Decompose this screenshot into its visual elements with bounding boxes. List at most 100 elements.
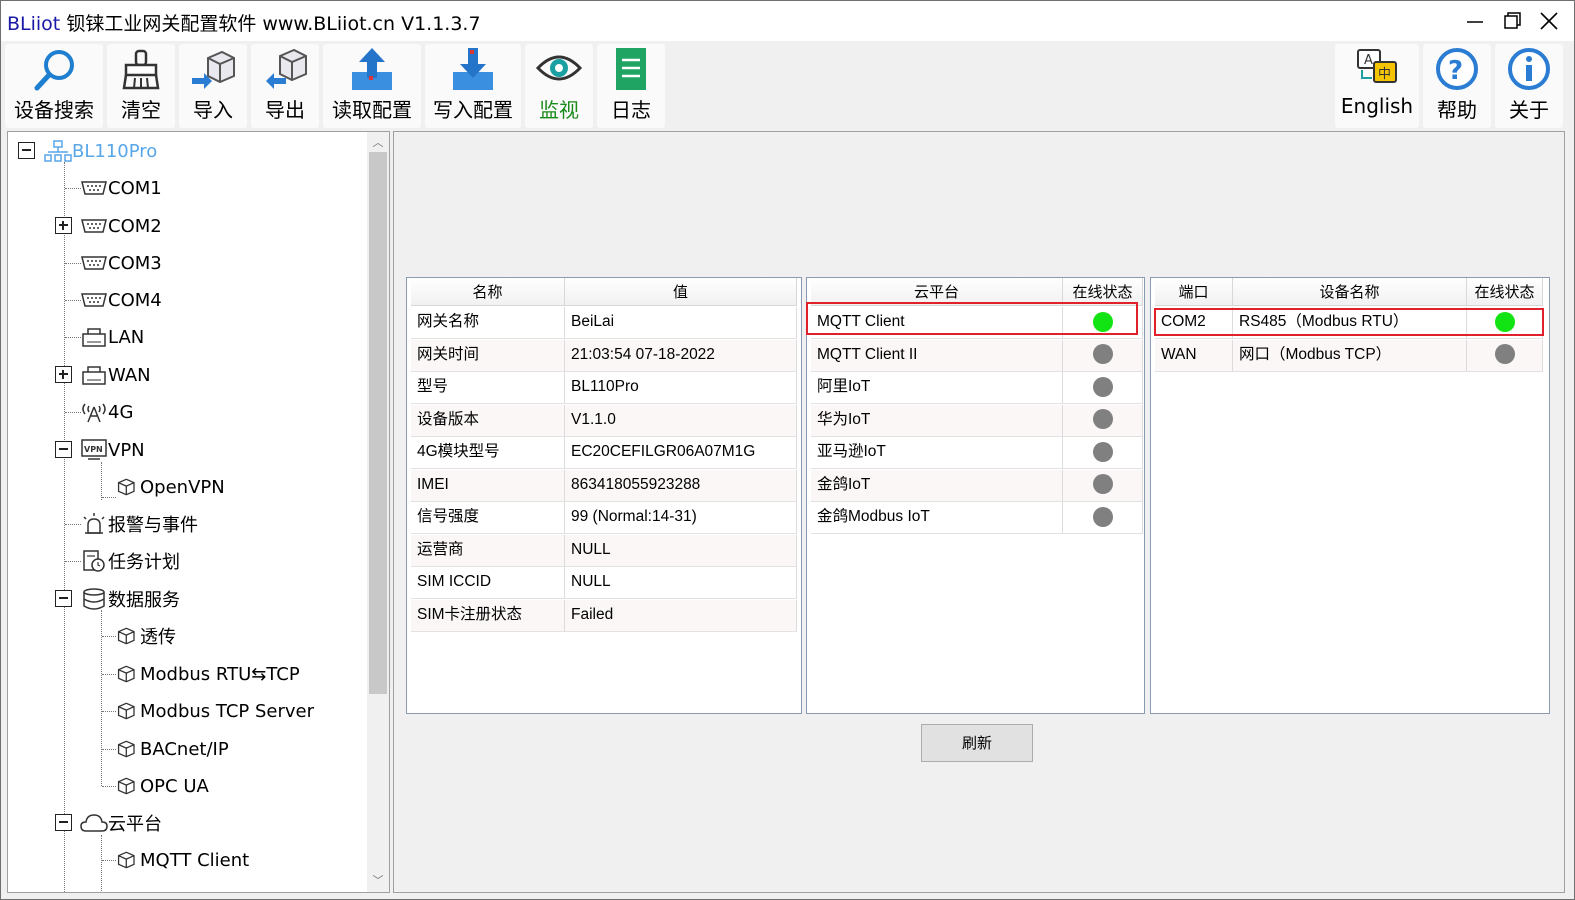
highlight-com2 [1154,308,1544,336]
tree-item-alarm[interactable]: 报警与事件 [80,509,198,539]
tree-item-com3[interactable]: COM3 [80,248,162,278]
info-cell-name: IMEI [411,469,565,502]
tree-item-mqtt-client[interactable]: MQTT Client [116,845,249,875]
write-config-button[interactable]: 写入配置 [425,44,521,128]
table-row[interactable]: WAN 网口（Modbus TCP） [1155,339,1543,372]
table-row[interactable]: 4G模块型号 EC20CEFILGR06A07M1G [411,437,797,469]
port-device-table: 端口 设备名称 在线状态 COM2 RS485（Modbus RTU） WAN 网口（… [1150,277,1550,714]
info-cell-name: 网关时间 [411,339,565,372]
scroll-down-arrow-icon[interactable]: ﹀ [367,872,389,890]
table-row[interactable]: 阿里IoT [811,372,1143,404]
help-label: 帮助 [1437,98,1477,122]
help-button[interactable]: ? 帮助 [1423,44,1491,128]
scroll-thumb[interactable] [369,152,387,694]
restore-icon [1504,12,1521,29]
log-button[interactable]: 日志 [597,44,665,128]
table-row[interactable]: 信号强度 99 (Normal:14-31) [411,502,797,534]
info-cell-value: BeiLai [565,307,797,339]
cloud-cell-platform: MQTT Client II [811,339,1063,372]
close-button[interactable] [1531,5,1567,37]
cloud-cell-status [1063,469,1143,502]
cloud-cell-platform: 华为IoT [811,404,1063,437]
cloud-cell-status [1063,502,1143,534]
collapse-cloud-toggle[interactable] [55,814,72,831]
table-row[interactable]: MQTT Client II [811,339,1143,372]
serial-port-icon [81,293,107,307]
table-row[interactable]: 网关名称 BeiLai [411,307,797,339]
title-text: 钡铼工业网关配置软件 www.BLiiot.cn V1.1.3.7 [66,13,481,35]
minimize-button[interactable] [1457,5,1493,37]
table-row[interactable]: 设备版本 V1.1.0 [411,404,797,437]
import-button[interactable]: 导入 [179,44,247,128]
status-offline-indicator [1092,474,1113,495]
cloud-cell-platform: 亚马逊IoT [811,437,1063,469]
collapse-root-toggle[interactable] [18,142,35,159]
collapse-vpn-toggle[interactable] [55,441,72,458]
expand-wan-toggle[interactable] [55,366,72,383]
read-config-label: 读取配置 [332,98,412,122]
tree-label-task: 任务计划 [108,552,180,573]
table-row[interactable]: 运营商 NULL [411,534,797,567]
table-row[interactable]: 华为IoT [811,404,1143,437]
tree-item-com1[interactable]: COM1 [80,173,162,203]
tree-item-com4[interactable]: COM4 [80,285,162,315]
device-search-button[interactable]: 设备搜索 [5,44,103,128]
tree-connector [101,462,102,500]
expand-com2-toggle[interactable] [55,217,72,234]
cloud-cell-status [1063,339,1143,372]
tree-item-data-service[interactable]: 数据服务 [80,584,180,614]
export-button[interactable]: 导出 [251,44,319,128]
ethernet-port-icon [82,366,106,385]
tree-item-vpn[interactable]: VPN VPN [80,435,145,465]
tree-item-transparent[interactable]: 透传 [116,621,176,651]
info-cell-value: NULL [565,534,797,567]
monitor-button[interactable]: 监视 [525,44,593,128]
info-table-header: 名称 值 [411,278,797,306]
table-row[interactable]: 金鸽Modbus IoT [811,502,1143,534]
tree-item-root[interactable]: BL110Pro [44,136,157,166]
tree-item-opcua[interactable]: OPC UA [116,771,209,801]
document-icon [616,48,646,90]
tree-connector [65,188,81,189]
tree-connector [65,524,81,525]
tree-item-modbus-tcp-server[interactable]: Modbus TCP Server [116,696,314,726]
tree-label-modbus-rtu-tcp: Modbus RTU⇆TCP [140,663,300,685]
tree-item-com2[interactable]: COM2 [80,211,162,241]
about-button[interactable]: 关于 [1495,44,1563,128]
refresh-button[interactable]: 刷新 [921,724,1033,762]
tree-item-openvpn[interactable]: OpenVPN [116,472,225,502]
table-row[interactable]: SIM卡注册状态 Failed [411,599,797,632]
collapse-data-service-toggle[interactable] [55,590,72,607]
tree-label-mqtt-client: MQTT Client [140,849,250,871]
table-row[interactable]: 金鸽IoT [811,469,1143,502]
tree-item-wan[interactable]: WAN [80,360,151,390]
tree-item-task[interactable]: 任务计划 [80,546,180,576]
table-row[interactable]: SIM ICCID NULL [411,567,797,599]
cloud-cell-status [1063,404,1143,437]
tree-item-cloud[interactable]: 云平台 [80,808,162,838]
english-button[interactable]: A 中 English [1335,44,1419,128]
tree-item-modbus-rtu-tcp[interactable]: Modbus RTU⇆TCP [116,659,300,689]
read-config-button[interactable]: 读取配置 [323,44,421,128]
tree-item-4g[interactable]: 4G [80,397,133,427]
clear-button[interactable]: 清空 [107,44,175,128]
tree-scrollbar[interactable]: ︿ ﹀ [367,132,389,892]
database-icon [83,588,105,610]
tree-connector [65,263,81,264]
tree-label-vpn: VPN [108,439,145,461]
restore-button[interactable] [1495,5,1531,37]
tree-item-bacnet[interactable]: BACnet/IP [116,734,229,764]
tree-item-lan[interactable]: LAN [80,322,144,352]
table-row[interactable]: 亚马逊IoT [811,437,1143,469]
scroll-up-arrow-icon[interactable]: ︿ [367,134,389,152]
magnifier-icon [34,50,74,91]
write-config-label: 写入配置 [433,98,513,122]
table-row[interactable]: IMEI 863418055923288 [411,469,797,502]
cube-icon [117,478,135,496]
table-row[interactable]: 网关时间 21:03:54 07-18-2022 [411,339,797,372]
close-icon [1540,12,1558,30]
info-cell-value: Failed [565,599,797,632]
tree-label-openvpn: OpenVPN [140,476,225,498]
table-row[interactable]: 型号 BL110Pro [411,372,797,404]
monitor-label: 监视 [539,98,579,122]
